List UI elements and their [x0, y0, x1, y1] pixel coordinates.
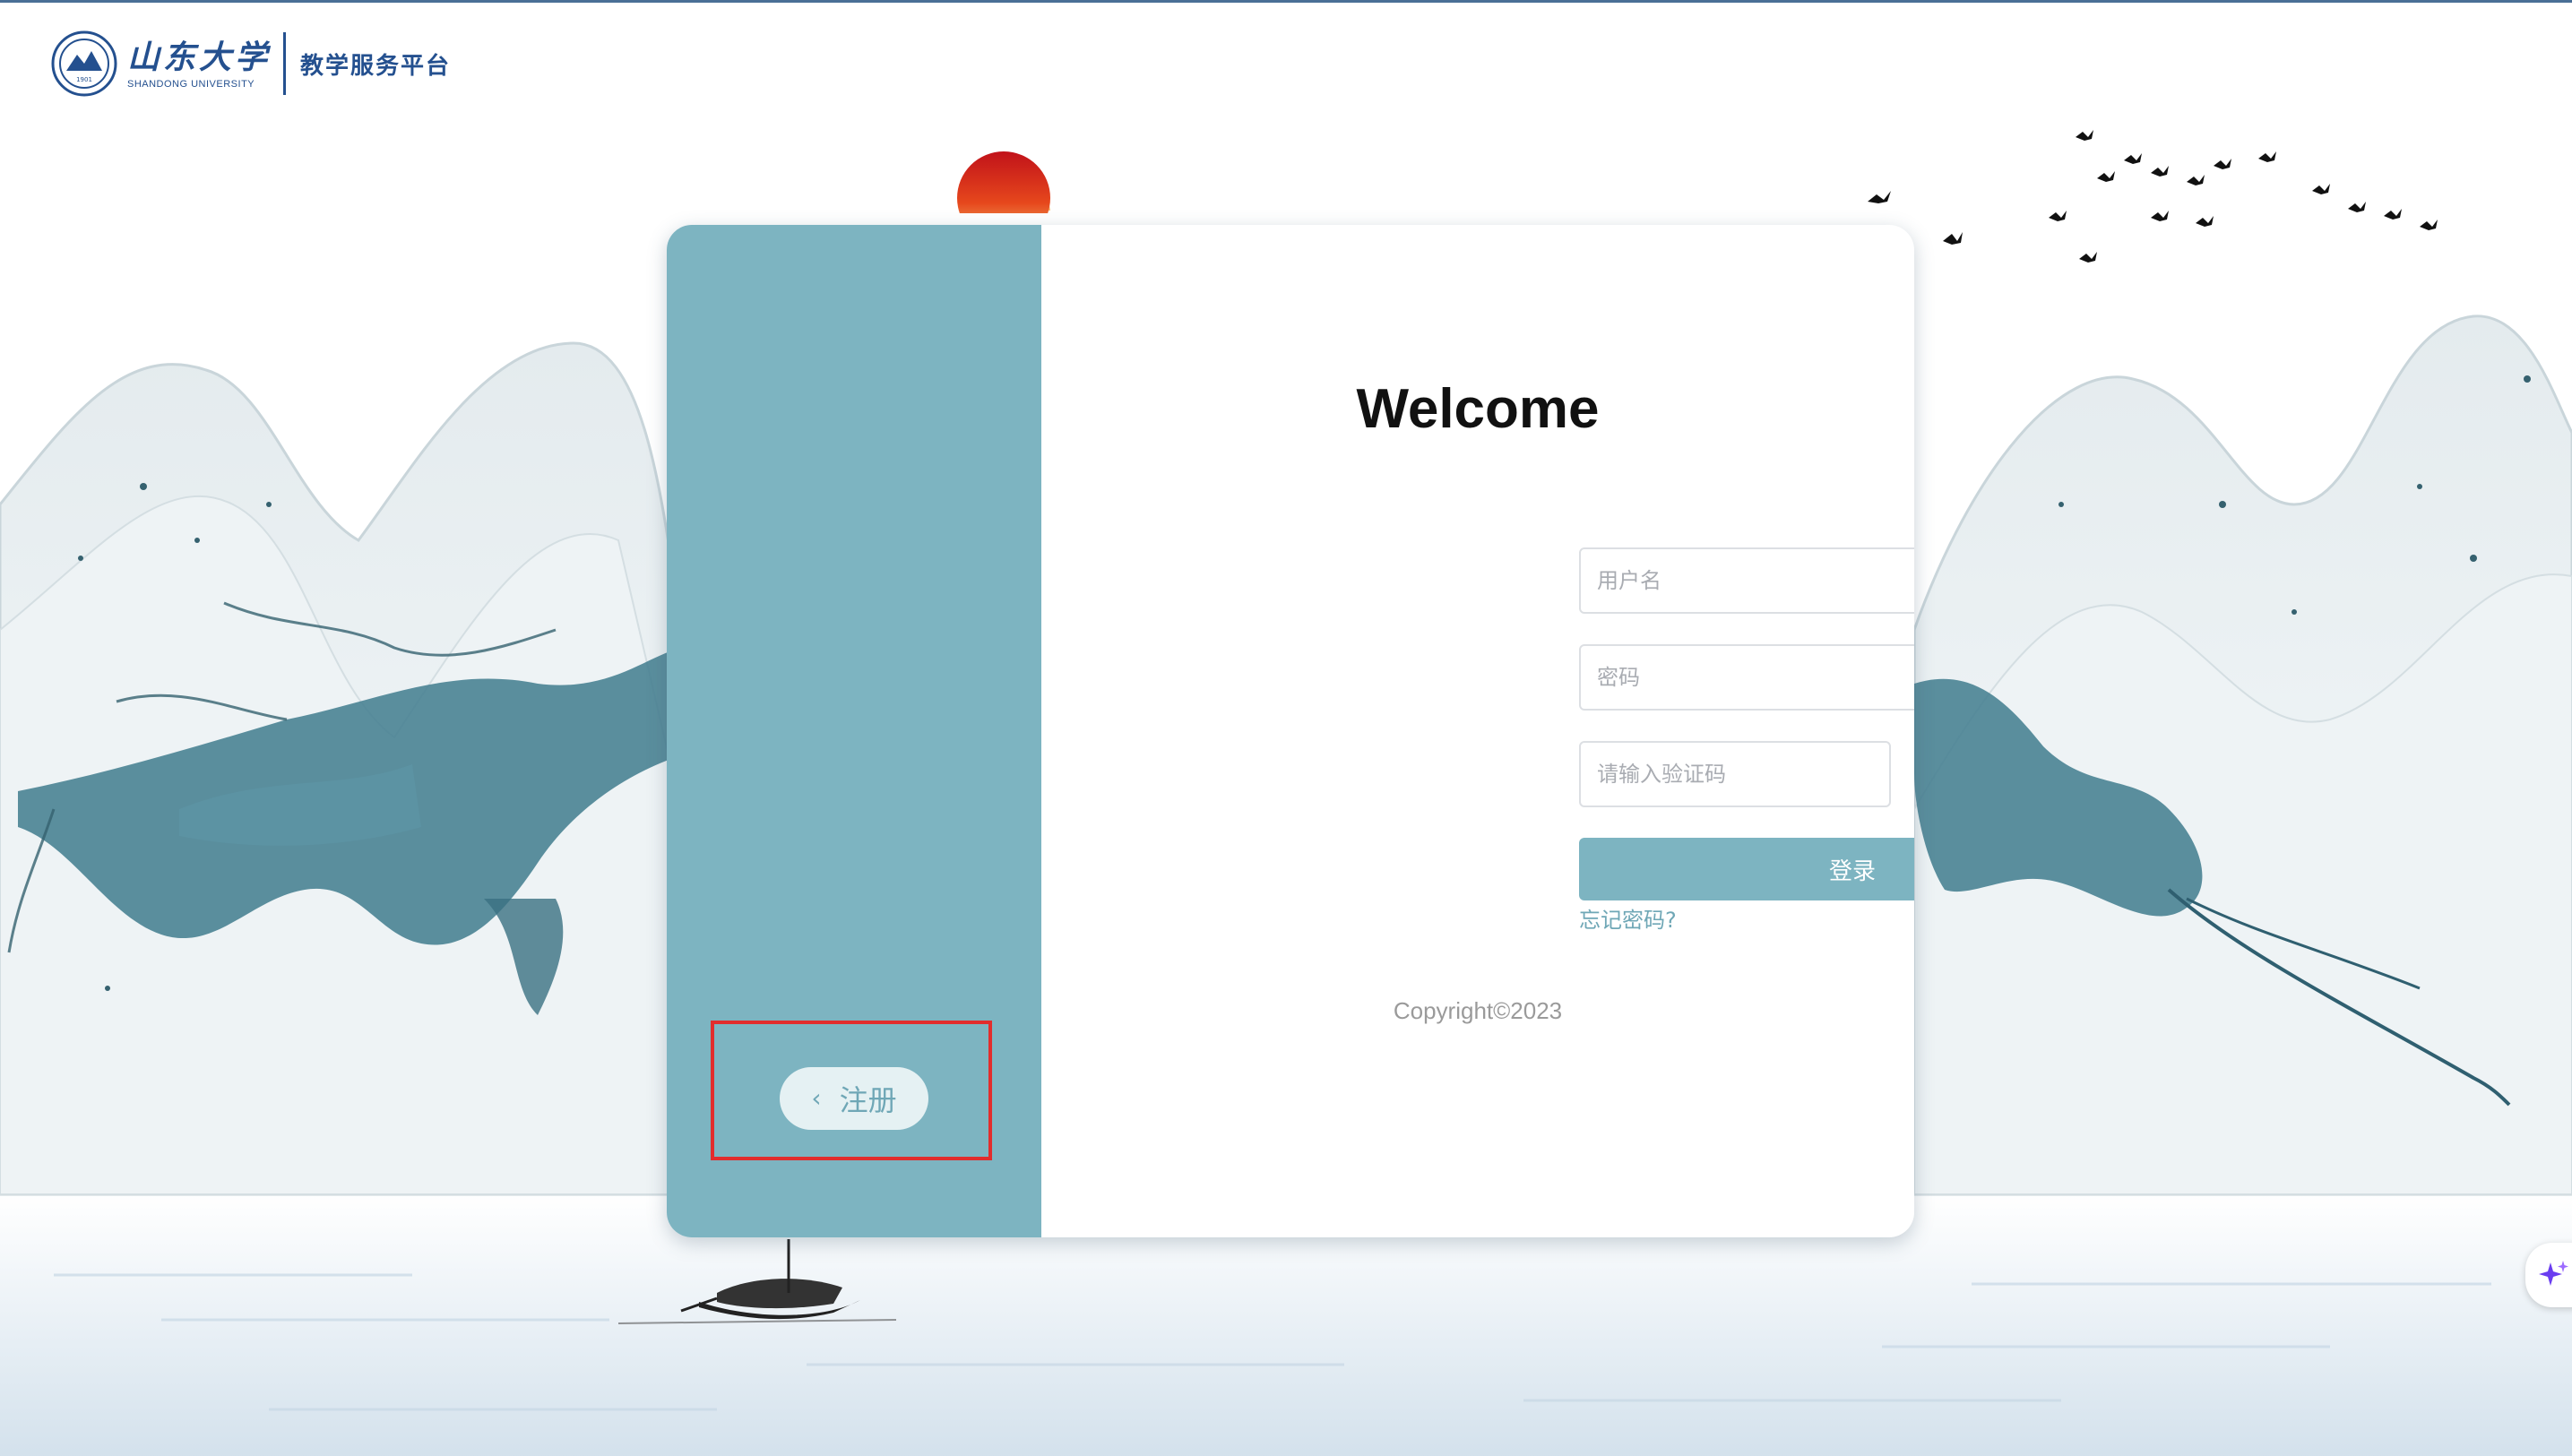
university-name-en: SHANDONG UNIVERSITY — [127, 79, 255, 90]
site-header: 1901 山东大学 SHANDONG UNIVERSITY 教学服务平台 — [50, 28, 451, 99]
university-wordmark: 山东大学 SHANDONG UNIVERSITY — [127, 30, 271, 98]
register-button[interactable]: ‹ 注册 — [780, 1067, 928, 1130]
university-name: 山东大学 — [127, 39, 272, 76]
sparkle-icon — [2539, 1261, 2568, 1286]
username-input[interactable] — [1579, 547, 1914, 614]
captcha-input[interactable] — [1579, 741, 1891, 807]
password-input[interactable] — [1579, 644, 1914, 711]
copyright-text: Copyright©2023 — [1393, 997, 1563, 1024]
login-form: Welcome 3 9 9 7 登录 忘记密码? Copyright©2023 — [1041, 225, 1914, 1237]
assistant-button[interactable] — [2525, 1243, 2572, 1307]
login-button[interactable]: 登录 — [1579, 838, 1914, 900]
logo-year: 1901 — [76, 76, 92, 83]
login-card: ‹ 注册 Welcome 3 9 9 7 登录 忘记密码? Copyright©… — [667, 225, 1914, 1237]
register-label: 注册 — [839, 1083, 897, 1117]
forgot-password-link[interactable]: 忘记密码? — [1579, 902, 1677, 934]
welcome-title: Welcome — [1356, 378, 1600, 440]
university-emblem-icon: 1901 — [51, 30, 117, 97]
platform-name: 教学服务平台 — [300, 52, 452, 80]
chevron-left-icon: ‹ — [811, 1083, 822, 1113]
header-divider — [283, 32, 287, 95]
flying-birds — [1868, 130, 2438, 263]
side-panel: ‹ 注册 — [667, 225, 1041, 1237]
